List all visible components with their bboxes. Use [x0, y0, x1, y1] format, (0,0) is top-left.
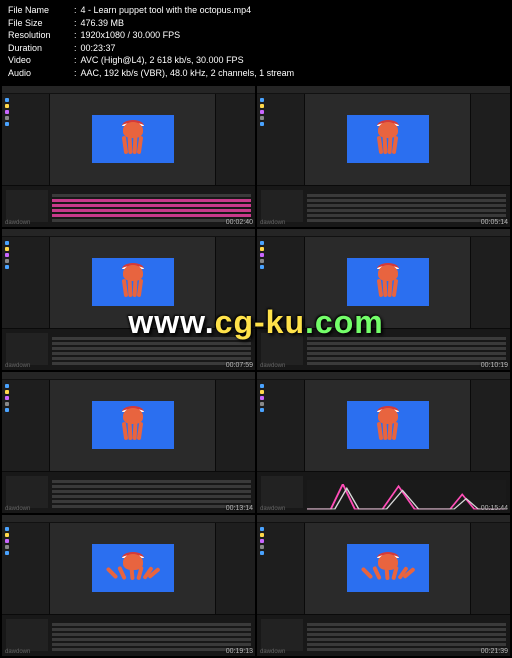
app-menubar [2, 86, 255, 94]
effects-panel [215, 237, 255, 328]
composition-viewport [305, 94, 470, 185]
effects-panel [215, 94, 255, 185]
timestamp-label: 00:05:14 [481, 219, 508, 226]
octopus-icon [108, 552, 158, 584]
app-menubar [257, 86, 510, 94]
meta-value: AAC, 192 kb/s (VBR), 48.0 kHz, 2 channel… [81, 67, 295, 80]
video-thumbnail[interactable]: dawdown 00:15:44 [257, 372, 510, 513]
effects-panel [215, 380, 255, 471]
timeline-panel [257, 614, 510, 656]
source-badge: dawdown [260, 220, 285, 226]
project-panel [257, 523, 305, 614]
app-menubar [2, 515, 255, 523]
composition-viewport [305, 523, 470, 614]
meta-label: File Name [8, 4, 70, 17]
thumbnail-grid: dawdown 00:02:40 [0, 84, 512, 658]
composition-canvas [347, 115, 429, 163]
timestamp-label: 00:13:14 [226, 505, 253, 512]
composition-viewport [50, 380, 215, 471]
video-thumbnail[interactable]: dawdown 00:21:39 [257, 515, 510, 656]
meta-value: 00:23:37 [81, 42, 116, 55]
octopus-icon [363, 552, 413, 584]
graph-editor [307, 480, 506, 511]
source-badge: dawdown [5, 506, 30, 512]
composition-canvas [347, 544, 429, 592]
timestamp-label: 00:19:13 [226, 648, 253, 655]
composition-canvas [347, 401, 429, 449]
octopus-icon [120, 263, 146, 301]
composition-canvas [347, 258, 429, 306]
effects-panel [470, 237, 510, 328]
composition-viewport [305, 380, 470, 471]
timeline-panel [257, 471, 510, 513]
composition-viewport [50, 523, 215, 614]
project-panel [2, 94, 50, 185]
app-menubar [257, 372, 510, 380]
composition-canvas [92, 258, 174, 306]
timeline-panel [2, 614, 255, 656]
app-menubar [257, 515, 510, 523]
composition-canvas [92, 115, 174, 163]
timestamp-label: 00:21:39 [481, 648, 508, 655]
video-thumbnail[interactable]: dawdown 00:13:14 [2, 372, 255, 513]
composition-canvas [92, 544, 174, 592]
video-thumbnail[interactable]: dawdown 00:19:13 [2, 515, 255, 656]
project-panel [257, 380, 305, 471]
effects-panel [215, 523, 255, 614]
app-menubar [2, 229, 255, 237]
effects-panel [470, 523, 510, 614]
project-panel [257, 237, 305, 328]
meta-value: AVC (High@L4), 2 618 kb/s, 30.000 FPS [81, 54, 244, 67]
meta-label: Resolution [8, 29, 70, 42]
octopus-icon [120, 406, 146, 444]
meta-value: 1920x1080 / 30.000 FPS [81, 29, 181, 42]
timeline-panel [257, 185, 510, 227]
file-info-header: File Name:4 - Learn puppet tool with the… [0, 0, 512, 84]
video-thumbnail[interactable]: dawdown 00:05:14 [257, 86, 510, 227]
timeline-panel [2, 328, 255, 370]
meta-value: 476.39 MB [81, 17, 125, 30]
meta-label: Audio [8, 67, 70, 80]
effects-panel [470, 94, 510, 185]
timestamp-label: 00:02:40 [226, 219, 253, 226]
timeline-panel [2, 185, 255, 227]
project-panel [257, 94, 305, 185]
project-panel [2, 380, 50, 471]
source-badge: dawdown [5, 220, 30, 226]
video-thumbnail[interactable]: dawdown 00:02:40 [2, 86, 255, 227]
composition-canvas [92, 401, 174, 449]
project-panel [2, 237, 50, 328]
composition-viewport [50, 94, 215, 185]
app-menubar [2, 372, 255, 380]
timestamp-label: 00:10:19 [481, 362, 508, 369]
octopus-icon [120, 120, 146, 158]
timeline-panel [2, 471, 255, 513]
timestamp-label: 00:07:59 [226, 362, 253, 369]
effects-panel [470, 380, 510, 471]
meta-label: Video [8, 54, 70, 67]
video-thumbnail[interactable]: dawdown 00:10:19 [257, 229, 510, 370]
octopus-icon [375, 406, 401, 444]
app-menubar [257, 229, 510, 237]
meta-label: File Size [8, 17, 70, 30]
source-badge: dawdown [5, 363, 30, 369]
timestamp-label: 00:15:44 [481, 505, 508, 512]
composition-viewport [50, 237, 215, 328]
source-badge: dawdown [260, 363, 285, 369]
composition-viewport [305, 237, 470, 328]
source-badge: dawdown [260, 506, 285, 512]
octopus-icon [375, 120, 401, 158]
octopus-icon [375, 263, 401, 301]
video-thumbnail[interactable]: dawdown 00:07:59 [2, 229, 255, 370]
meta-value: 4 - Learn puppet tool with the octopus.m… [81, 4, 252, 17]
timeline-panel [257, 328, 510, 370]
project-panel [2, 523, 50, 614]
meta-label: Duration [8, 42, 70, 55]
